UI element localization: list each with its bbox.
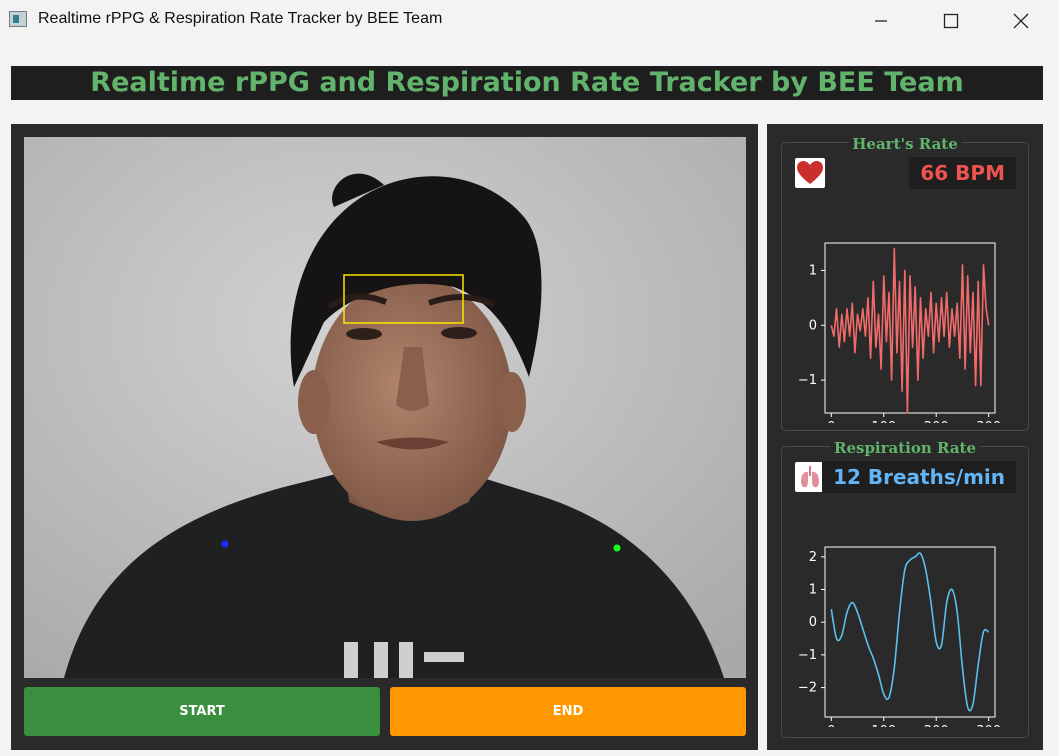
header-banner: Realtime rPPG and Respiration Rate Track…	[11, 66, 1043, 100]
resp-xtick-label: 200	[924, 724, 949, 727]
page-title: Realtime rPPG and Respiration Rate Track…	[90, 67, 964, 98]
heart-xtick-label: 100	[871, 420, 896, 423]
resp-ytick-label: 0	[809, 615, 817, 630]
camera-feed-image	[24, 137, 746, 678]
resp-ytick-label: −2	[798, 681, 817, 696]
heart-rate-label: Heart's Rate	[848, 135, 962, 153]
respiration-rate-value: 12 Breaths/min	[822, 461, 1016, 493]
respiration-rate-plot: 0 100 200 300 2 1 0 −1 −2	[798, 546, 1001, 727]
heart-xtick-label: 200	[924, 420, 949, 423]
resp-series-line	[830, 552, 990, 712]
resp-xtick-label: 100	[871, 724, 896, 727]
resp-plot-frame	[824, 546, 996, 718]
resp-ytick-label: 2	[809, 550, 817, 565]
heart-ytick-label: −1	[798, 373, 817, 388]
video-panel: START END	[11, 124, 758, 750]
close-icon[interactable]	[991, 0, 1051, 42]
heart-ytick-label: 0	[809, 318, 817, 333]
resp-ytick-label: −1	[798, 648, 817, 663]
window-titlebar: Realtime rPPG & Respiration Rate Tracker…	[0, 0, 1059, 42]
respiration-rate-label: Respiration Rate	[829, 439, 981, 457]
end-button[interactable]: END	[390, 687, 746, 736]
heart-xtick-label: 300	[976, 420, 1001, 423]
heart-ytick-label: 1	[809, 263, 817, 278]
respiration-rate-card: Respiration Rate 12 Breaths/min 0 100 200 3…	[781, 439, 1029, 738]
maximize-icon[interactable]	[921, 0, 981, 42]
left-shoulder-point	[221, 540, 229, 548]
resp-xtick-label: 0	[827, 724, 835, 727]
heart-rate-card: Heart's Rate 66 BPM 0 100 200 300 1 0 −1	[781, 135, 1029, 431]
minimize-icon[interactable]	[851, 0, 911, 42]
lungs-icon	[795, 462, 825, 492]
start-button[interactable]: START	[24, 687, 380, 736]
heart-icon	[795, 158, 825, 188]
app-icon	[9, 11, 27, 27]
camera-feed	[24, 137, 746, 678]
heart-series-line	[830, 247, 990, 414]
right-shoulder-point	[613, 544, 621, 552]
heart-rate-plot: 0 100 200 300 1 0 −1	[798, 242, 1001, 423]
heart-rate-value: 66 BPM	[909, 157, 1016, 189]
window-title: Realtime rPPG & Respiration Rate Tracker…	[38, 10, 443, 27]
heart-xtick-label: 0	[827, 420, 835, 423]
resp-ytick-label: 1	[809, 583, 817, 598]
resp-xtick-label: 300	[976, 724, 1001, 727]
metrics-panel: Heart's Rate 66 BPM 010020030010−1 Respi…	[767, 124, 1043, 750]
